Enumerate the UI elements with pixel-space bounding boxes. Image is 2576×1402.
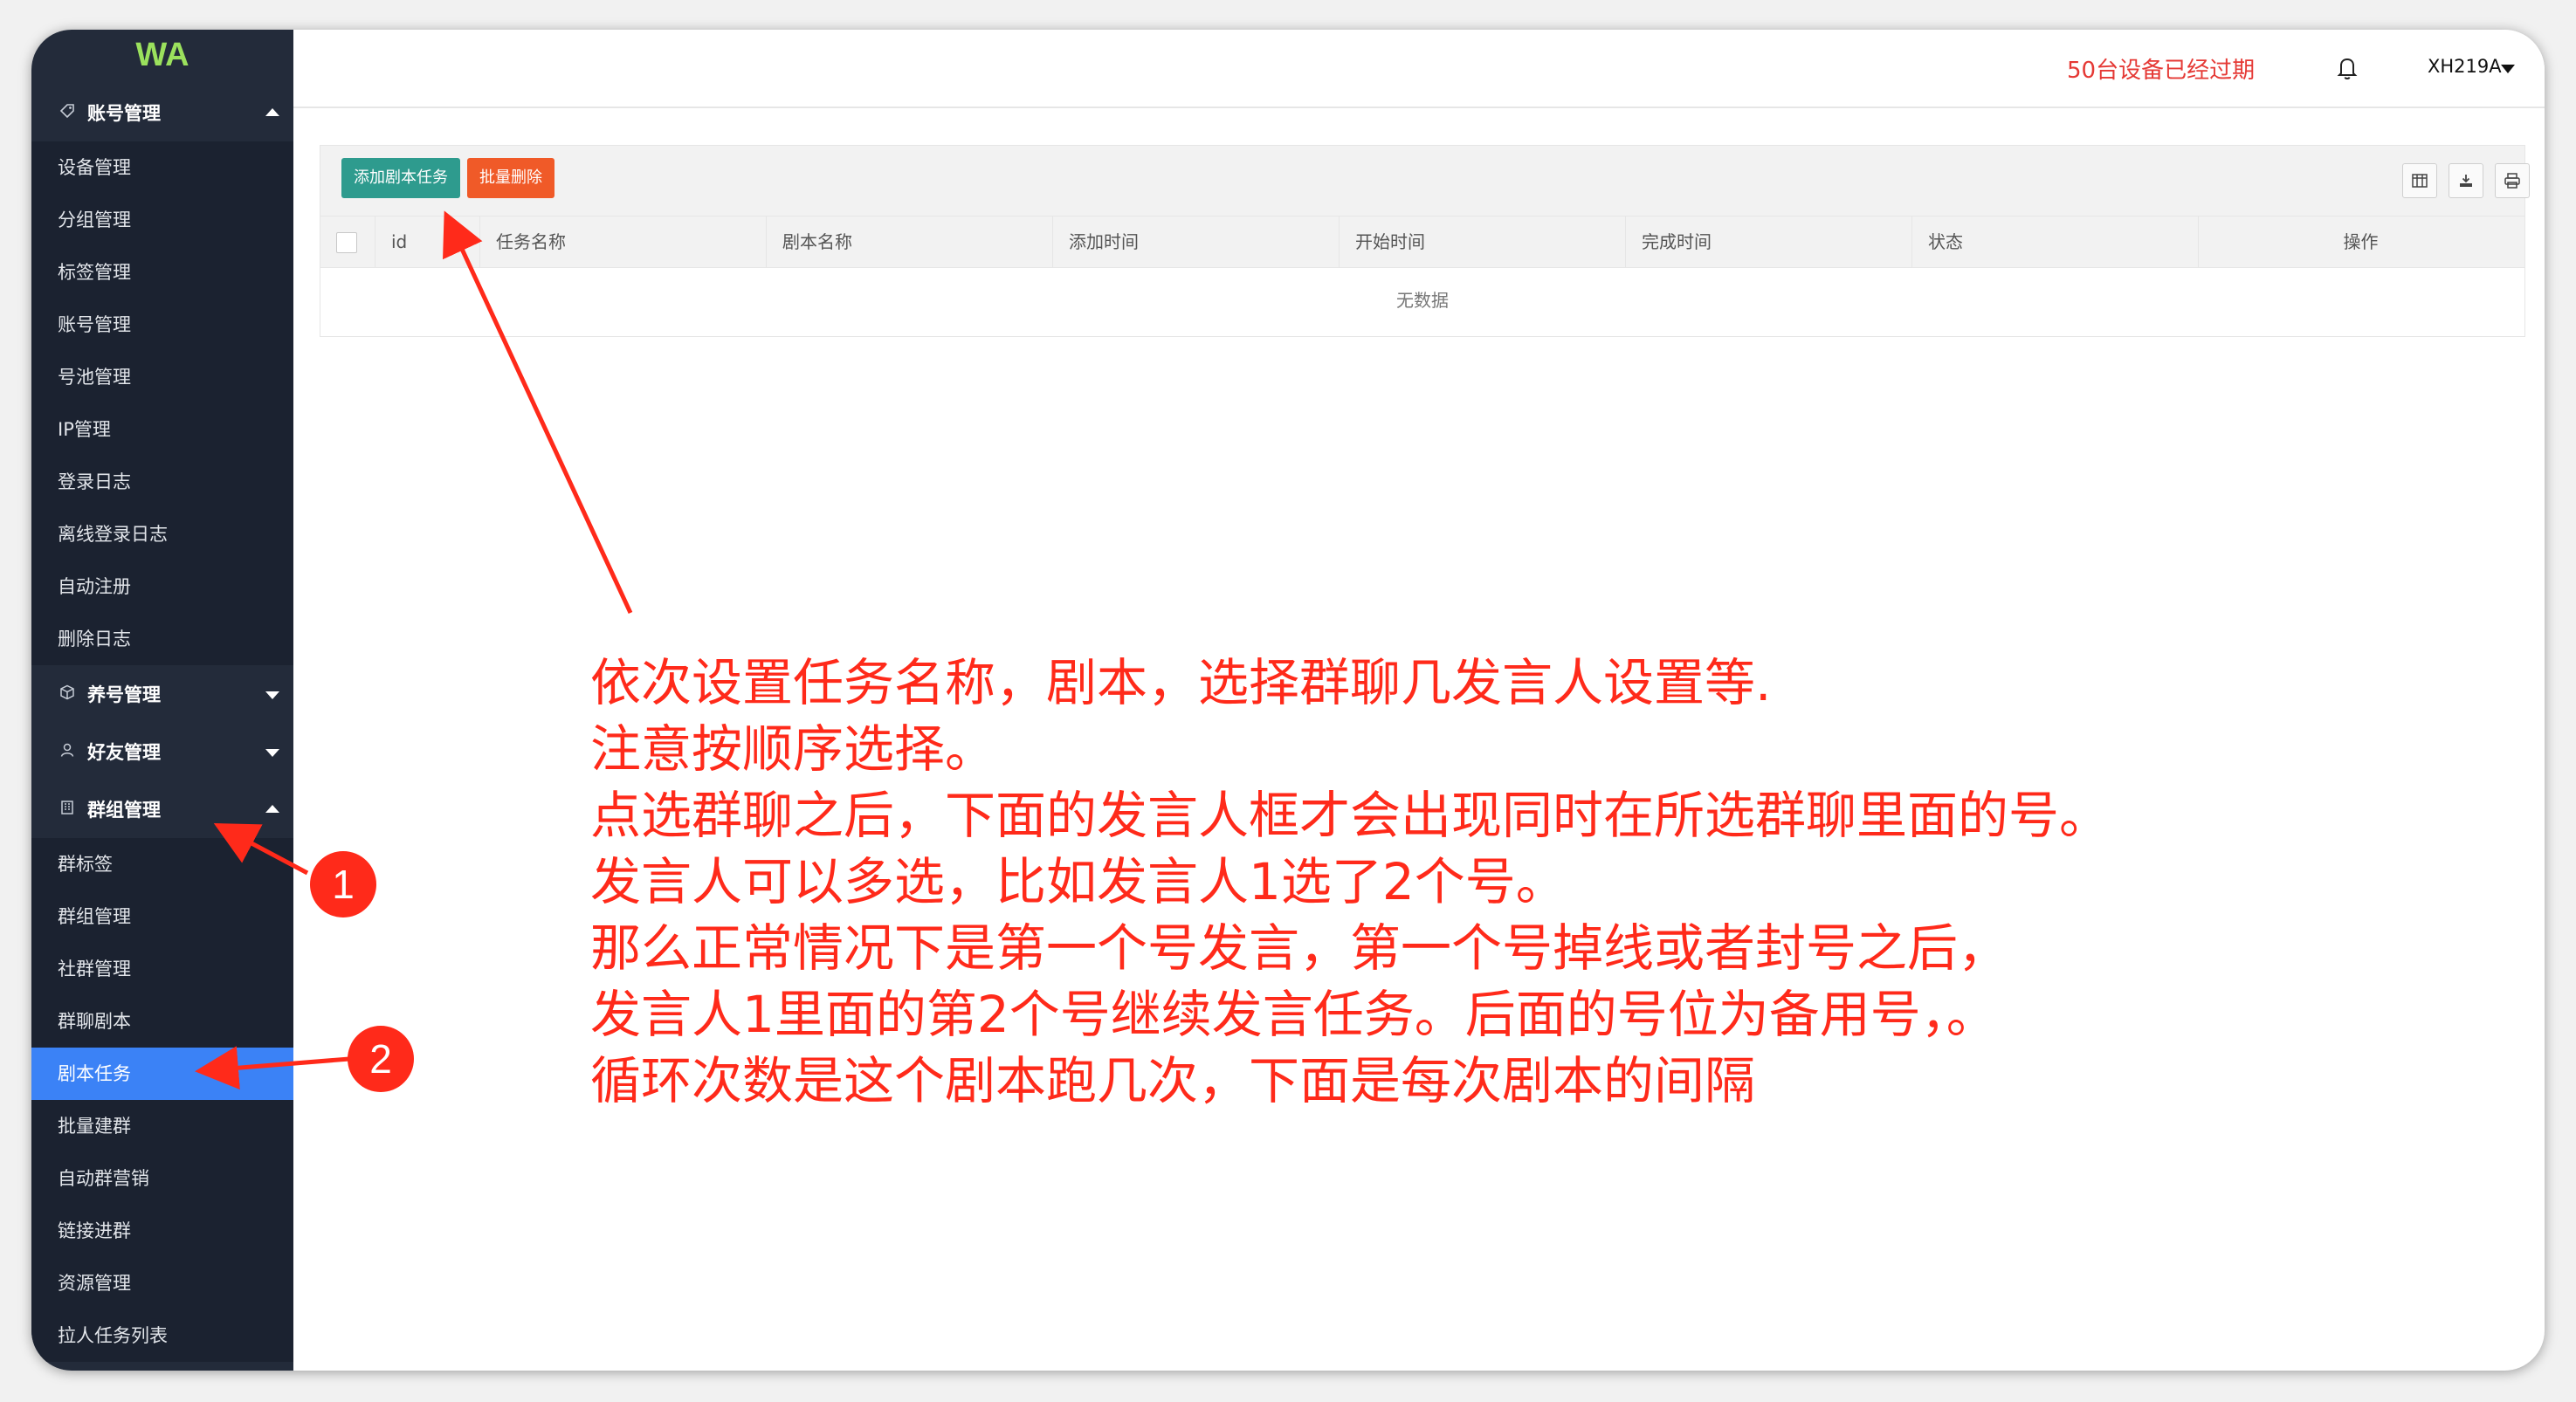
column-header-finish-time[interactable]: 完成时间 (1625, 216, 1911, 267)
sidebar-item-number-pool[interactable]: 号池管理 (31, 351, 293, 403)
sidebar-item-devices[interactable]: 设备管理 (31, 141, 293, 194)
column-header-id[interactable]: id (375, 216, 479, 267)
annotation-note: 依次设置任务名称，剧本，选择群聊几发言人设置等. 注意按顺序选择。 点选群聊之后… (590, 649, 2511, 1114)
sidebar: WA 账号管理 设备管理 分组管理 标签管理 账号管理 号池管理 IP管理 登录… (31, 30, 293, 1371)
chevron-down-icon[interactable] (2501, 65, 2515, 73)
sidebar-item-auto-register[interactable]: 自动注册 (31, 560, 293, 613)
caret-down-icon (265, 691, 279, 699)
sidebar-item-auto-group-marketing[interactable]: 自动群营销 (31, 1152, 293, 1205)
sidebar-item-delete-log[interactable]: 删除日志 (31, 613, 293, 665)
expired-notice: 50台设备已经过期 (2067, 58, 2256, 84)
table-header-row: id 任务名称 剧本名称 添加时间 开始时间 完成时间 状态 操作 (320, 216, 2524, 268)
sidebar-item-group-manage[interactable]: 群组管理 (31, 890, 293, 943)
user-icon (56, 742, 79, 762)
task-table-panel: 添加剧本任务 批量删除 id 任务名称 剧本名称 添加时间 开始时间 完成时间 … (320, 145, 2530, 337)
logo: WA (135, 37, 189, 73)
sidebar-group-nurture[interactable]: 养号管理 (31, 665, 293, 723)
step-badge-2: 2 (348, 1026, 414, 1092)
column-header-task-name[interactable]: 任务名称 (479, 216, 766, 267)
caret-down-icon (265, 749, 279, 757)
caret-up-icon (265, 805, 279, 813)
sidebar-item-community[interactable]: 社群管理 (31, 943, 293, 995)
cube-icon (56, 684, 79, 704)
sidebar-item-group-script[interactable]: 群聊剧本 (31, 995, 293, 1048)
note-line: 依次设置任务名称，剧本，选择群聊几发言人设置等. (590, 653, 1772, 712)
sidebar-item-groups[interactable]: 分组管理 (31, 194, 293, 246)
note-line: 发言人1里面的第2个号继续发言任务。后面的号位为备用号，。 (590, 985, 1997, 1044)
print-icon[interactable] (2495, 163, 2530, 198)
sidebar-item-accounts[interactable]: 账号管理 (31, 299, 293, 351)
column-header-added-time[interactable]: 添加时间 (1052, 216, 1339, 267)
note-line: 那么正常情况下是第一个号发言，第一个号掉线或者封号之后， (590, 918, 2009, 978)
select-all-checkbox[interactable] (336, 232, 357, 253)
sidebar-item-batch-create-group[interactable]: 批量建群 (31, 1100, 293, 1152)
sidebar-item-tags[interactable]: 标签管理 (31, 246, 293, 299)
sidebar-group-label: 好友管理 (87, 742, 161, 763)
sidebar-group-label: 群组管理 (87, 800, 161, 821)
column-header-status[interactable]: 状态 (1911, 216, 2198, 267)
select-all-cell (320, 216, 375, 267)
sidebar-item-pull-task-list[interactable]: 拉人任务列表 (31, 1309, 293, 1362)
column-header-start-time[interactable]: 开始时间 (1339, 216, 1625, 267)
sidebar-group-label: 养号管理 (87, 684, 161, 705)
batch-delete-button[interactable]: 批量删除 (467, 158, 554, 198)
export-icon[interactable] (2449, 163, 2483, 198)
empty-state: 无数据 (1396, 290, 1449, 311)
top-header: 50台设备已经过期 XH219A (293, 30, 2545, 108)
column-header-script-name[interactable]: 剧本名称 (766, 216, 1052, 267)
note-line: 注意按顺序选择。 (590, 719, 996, 779)
sidebar-item-login-log[interactable]: 登录日志 (31, 456, 293, 508)
sidebar-group-label: 账号管理 (87, 103, 161, 124)
sidebar-group-friends[interactable]: 好友管理 (31, 723, 293, 780)
building-icon (56, 800, 79, 820)
sidebar-item-link-join[interactable]: 链接进群 (31, 1205, 293, 1257)
user-menu[interactable]: XH219A (2428, 56, 2502, 77)
column-header-actions: 操作 (2198, 216, 2523, 267)
sidebar-menu: 账号管理 设备管理 分组管理 标签管理 账号管理 号池管理 IP管理 登录日志 … (31, 84, 293, 1362)
columns-icon[interactable] (2402, 163, 2437, 198)
add-script-task-button[interactable]: 添加剧本任务 (341, 158, 460, 198)
note-line: 循环次数是这个剧本跑几次，下面是每次剧本的间隔 (590, 1051, 1756, 1110)
tag-icon (56, 103, 79, 123)
note-line: 点选群聊之后，下面的发言人框才会出现同时在所选群聊里面的号。 (590, 786, 2111, 845)
bell-icon[interactable] (2331, 52, 2363, 84)
note-line: 发言人可以多选，比如发言人1选了2个号。 (590, 852, 1567, 911)
sidebar-item-group-tags[interactable]: 群标签 (31, 838, 293, 890)
sidebar-item-offline-login-log[interactable]: 离线登录日志 (31, 508, 293, 560)
table-toolbar: 添加剧本任务 批量删除 (320, 146, 2530, 216)
sidebar-item-script-task[interactable]: 剧本任务 (31, 1048, 293, 1100)
sidebar-item-ip[interactable]: IP管理 (31, 403, 293, 456)
step-badge-1: 1 (310, 851, 376, 917)
sidebar-group-chat-groups[interactable]: 群组管理 (31, 780, 293, 838)
sidebar-group-account[interactable]: 账号管理 (31, 84, 293, 141)
caret-up-icon (265, 108, 279, 116)
sidebar-item-resources[interactable]: 资源管理 (31, 1257, 293, 1309)
